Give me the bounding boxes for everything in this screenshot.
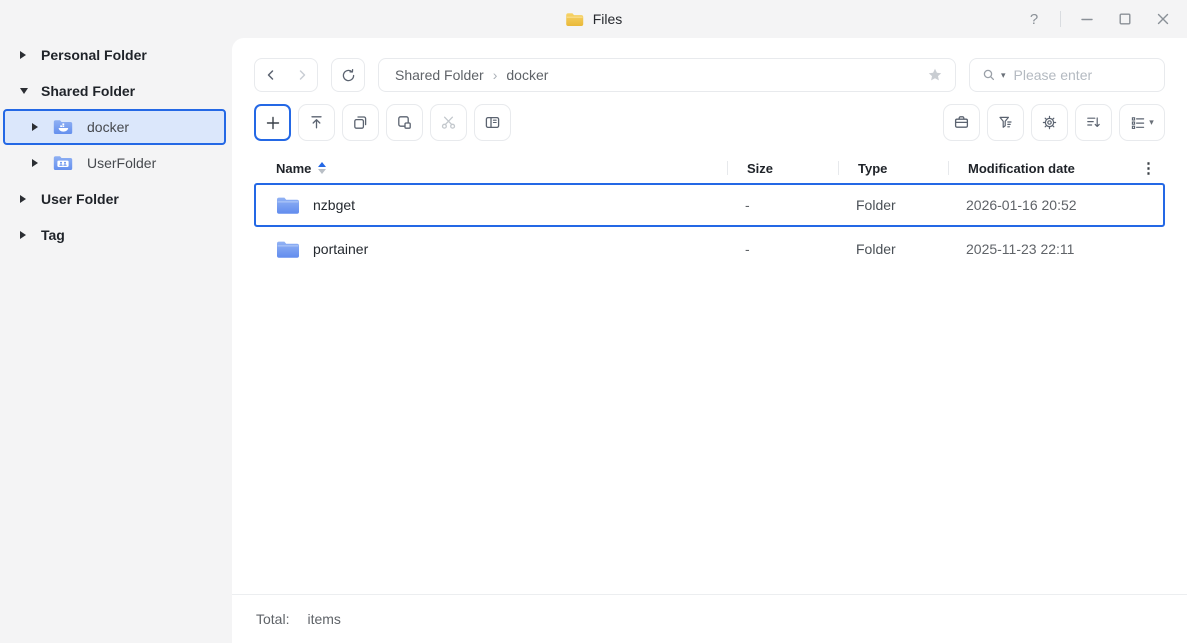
breadcrumb-item-shared-folder[interactable]: Shared Folder: [395, 67, 484, 83]
help-button[interactable]: ?: [1022, 7, 1046, 31]
total-label: Total:: [256, 611, 290, 627]
file-size: -: [745, 197, 750, 213]
file-modified: 2026-01-16 20:52: [966, 197, 1077, 213]
file-type: Folder: [856, 197, 896, 213]
navigation-bar: Shared Folder › docker ▾: [232, 38, 1187, 92]
sidebar: Personal Folder Shared Folder docker Use…: [0, 37, 232, 643]
file-table: Name Size Type Modification date ⋮ nzbge…: [232, 141, 1187, 271]
rename-button[interactable]: [474, 104, 511, 141]
chevron-right-icon[interactable]: [20, 194, 28, 204]
forward-button[interactable]: [286, 59, 317, 91]
cut-button[interactable]: [430, 104, 467, 141]
sidebar-item-label: UserFolder: [87, 155, 157, 171]
sidebar-item-user-folder[interactable]: User Folder: [0, 181, 232, 217]
chevron-right-icon[interactable]: [32, 122, 40, 132]
table-row[interactable]: portainer - Folder 2025-11-23 22:11: [254, 227, 1165, 271]
view-mode-button[interactable]: ▾: [1119, 104, 1165, 141]
chevron-right-icon[interactable]: [20, 230, 28, 240]
sidebar-item-label: User Folder: [41, 191, 119, 207]
column-header-modified[interactable]: Modification date: [948, 161, 1121, 176]
sort-button[interactable]: [1075, 104, 1112, 141]
toolbar-right-group: ▾: [943, 104, 1165, 141]
file-modified: 2025-11-23 22:11: [966, 241, 1075, 257]
file-name: portainer: [313, 241, 369, 257]
file-size: -: [745, 241, 750, 257]
favorite-star-icon[interactable]: [927, 67, 943, 83]
close-button[interactable]: [1151, 7, 1175, 31]
docker-folder-icon: [53, 119, 73, 135]
history-nav-group: [254, 58, 318, 92]
chevron-down-icon[interactable]: [20, 86, 28, 96]
users-folder-icon: [53, 155, 73, 171]
column-header-size[interactable]: Size: [727, 161, 838, 176]
search-icon: [981, 67, 997, 83]
items-label: items: [307, 611, 341, 627]
sidebar-item-userfolder[interactable]: UserFolder: [3, 145, 226, 181]
file-type: Folder: [856, 241, 896, 257]
sidebar-item-personal-folder[interactable]: Personal Folder: [0, 37, 232, 73]
upload-button[interactable]: [298, 104, 335, 141]
settings-button[interactable]: [1031, 104, 1068, 141]
paste-button[interactable]: [386, 104, 423, 141]
folder-icon: [276, 196, 300, 215]
back-button[interactable]: [255, 59, 286, 91]
breadcrumb-item-docker[interactable]: docker: [506, 67, 548, 83]
folder-icon: [276, 240, 300, 259]
chevron-right-icon[interactable]: [32, 158, 40, 168]
sidebar-item-label: docker: [87, 119, 130, 135]
sidebar-item-label: Shared Folder: [41, 83, 136, 99]
status-bar: Total: items: [232, 594, 1187, 643]
titlebar-divider: [1060, 11, 1061, 27]
search-scope-caret-icon[interactable]: ▾: [1001, 70, 1006, 81]
column-header-name[interactable]: Name: [254, 161, 727, 176]
sidebar-item-shared-folder[interactable]: Shared Folder: [0, 73, 232, 109]
toolbar: ▾: [232, 92, 1187, 141]
sidebar-item-label: Personal Folder: [41, 47, 147, 63]
breadcrumb[interactable]: Shared Folder › docker: [378, 58, 956, 92]
sidebar-item-docker[interactable]: docker: [3, 109, 226, 145]
titlebar: Files ?: [0, 0, 1187, 38]
app-title-area: Files: [565, 0, 623, 38]
minimize-button[interactable]: [1075, 7, 1099, 31]
refresh-button[interactable]: [331, 58, 365, 92]
main-panel: Shared Folder › docker ▾ Please enter ▾ …: [232, 38, 1187, 643]
filter-button[interactable]: [987, 104, 1024, 141]
search-input[interactable]: [1013, 67, 1154, 83]
view-mode-caret-icon: ▾: [1149, 117, 1154, 127]
sidebar-item-label: Tag: [41, 227, 65, 243]
sort-arrows-icon[interactable]: [318, 162, 327, 174]
add-button[interactable]: [254, 104, 291, 141]
toolbox-button[interactable]: [943, 104, 980, 141]
file-name: nzbget: [313, 197, 356, 213]
maximize-button[interactable]: [1113, 7, 1137, 31]
table-row[interactable]: nzbget - Folder 2026-01-16 20:52: [254, 183, 1165, 227]
copy-button[interactable]: [342, 104, 379, 141]
breadcrumb-separator: ›: [492, 67, 498, 83]
column-options-button[interactable]: ⋮: [1121, 159, 1165, 177]
sidebar-item-tag[interactable]: Tag: [0, 217, 232, 253]
table-header: Name Size Type Modification date ⋮: [254, 153, 1165, 183]
files-app-icon: [565, 12, 584, 27]
chevron-right-icon[interactable]: [20, 50, 28, 60]
app-title: Files: [592, 11, 623, 27]
search-box[interactable]: ▾: [969, 58, 1165, 92]
column-header-type[interactable]: Type: [838, 161, 948, 176]
